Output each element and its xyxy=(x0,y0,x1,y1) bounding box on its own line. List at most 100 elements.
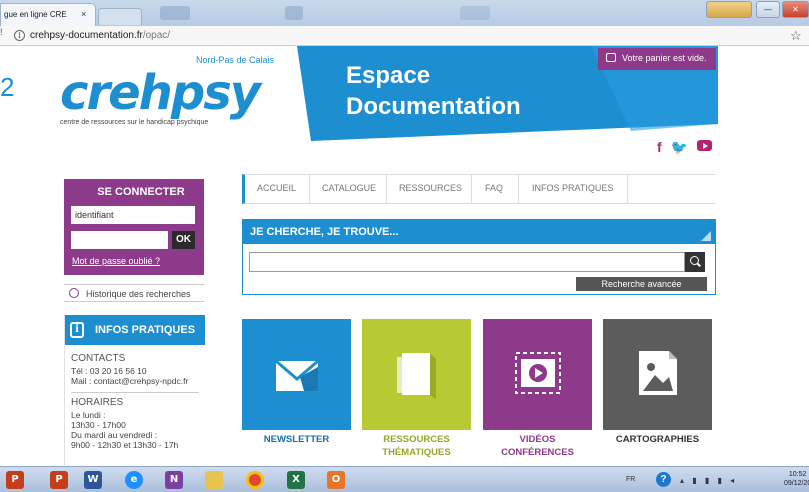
banner-line-1: Espace xyxy=(346,62,431,89)
powerpoint-icon[interactable]: P xyxy=(50,471,68,489)
corner-fold-icon xyxy=(701,231,711,241)
word-icon[interactable]: W xyxy=(84,471,102,489)
nav-faq[interactable]: FAQ xyxy=(485,183,503,193)
social-links: f 🐦 xyxy=(657,139,713,156)
banner-title: Espace Documentation xyxy=(346,60,521,122)
nav-catalogue[interactable]: CATALOGUE xyxy=(322,183,376,193)
user-profile-button[interactable] xyxy=(706,1,752,18)
basket-icon xyxy=(606,53,616,62)
nav-ressources[interactable]: RESSOURCES xyxy=(399,183,462,193)
folder-icon[interactable] xyxy=(205,471,223,489)
close-tab-icon[interactable]: × xyxy=(81,9,86,19)
hours-heading: HORAIRES xyxy=(71,397,124,408)
tile-label: NEWSLETTER xyxy=(242,433,351,446)
contacts-heading: CONTACTS xyxy=(71,353,126,364)
username-input[interactable] xyxy=(71,206,195,224)
envelope-icon xyxy=(275,359,319,391)
bookmark-star-icon[interactable]: ☆ xyxy=(790,28,802,44)
internet-explorer-icon[interactable]: e xyxy=(125,471,143,489)
phone-text: Tél : 03 20 16 56 10 xyxy=(71,366,147,376)
nav-divider xyxy=(627,175,628,204)
browser-tab[interactable]: gue en ligne CRE × xyxy=(0,3,96,26)
nav-divider xyxy=(518,175,519,204)
hours-line: Le lundi : xyxy=(71,410,106,420)
tile-ressources-thematiques[interactable]: RESSOURCES THÉMATIQUES xyxy=(362,319,471,466)
password-input[interactable] xyxy=(71,231,168,249)
chrome-icon[interactable] xyxy=(246,471,264,489)
youtube-icon[interactable] xyxy=(697,140,713,151)
logo-wordmark: crehpsy xyxy=(60,65,261,121)
powerpoint-icon[interactable]: P xyxy=(6,471,24,489)
forgot-password-link[interactable]: Mot de passe oublié ? xyxy=(72,256,160,266)
search-title: JE CHERCHE, JE TROUVE... xyxy=(250,226,399,238)
main-nav: ACCUEIL CATALOGUE RESSOURCES FAQ INFOS P… xyxy=(242,174,716,204)
clock[interactable]: 10:52 09/12/20 xyxy=(784,470,809,488)
login-ok-button[interactable]: OK xyxy=(172,231,195,249)
tile-label: VIDÉOS CONFÉRENCES xyxy=(483,433,592,459)
crehpsy-logo[interactable]: Nord-Pas de Calais crehpsy centre de res… xyxy=(60,55,274,130)
info-icon[interactable]: i xyxy=(14,30,25,41)
page-edge-mark: ! xyxy=(0,27,3,37)
tile-cartographies[interactable]: CARTOGRAPHIES xyxy=(603,319,712,466)
onenote-icon[interactable]: N xyxy=(165,471,183,489)
history-icon xyxy=(69,288,79,298)
facebook-icon[interactable]: f xyxy=(657,139,662,155)
new-tab-button[interactable] xyxy=(98,8,142,25)
address-bar[interactable]: i crehpsy-documentation.fr/opac/ ☆ xyxy=(0,26,809,46)
tile-label: CARTOGRAPHIES xyxy=(603,433,712,446)
search-icon[interactable] xyxy=(685,252,705,272)
browser-tab-title: gue en ligne CRE xyxy=(4,10,67,19)
nav-divider xyxy=(386,175,387,204)
infos-body: CONTACTS Tél : 03 20 16 56 10 Mail : con… xyxy=(71,354,199,450)
search-history-link[interactable]: Historique des recherches xyxy=(64,284,204,302)
url-text[interactable]: crehpsy-documentation.fr/opac/ xyxy=(30,30,170,41)
nav-divider xyxy=(309,175,310,204)
search-input[interactable] xyxy=(249,252,685,272)
stray-character: 2 xyxy=(0,72,15,102)
search-panel: JE CHERCHE, JE TROUVE... Recherche avanc… xyxy=(242,219,716,295)
blurred-region xyxy=(460,6,490,20)
outlook-icon[interactable]: O xyxy=(327,471,345,489)
cart-text: Votre panier est vide. xyxy=(622,53,707,63)
infos-title: INFOS PRATIQUES xyxy=(95,324,196,336)
tile-label-line: NEWSLETTER xyxy=(263,434,330,445)
language-indicator[interactable]: FR xyxy=(626,476,635,483)
twitter-icon[interactable]: 🐦 xyxy=(671,139,688,156)
divider xyxy=(71,392,199,393)
video-icon xyxy=(515,352,561,394)
blurred-region xyxy=(160,6,190,20)
cart-status[interactable]: Votre panier est vide. xyxy=(598,48,716,70)
help-icon[interactable]: ? xyxy=(656,472,671,487)
hours-line: Du mardi au vendredi : xyxy=(71,430,157,440)
tile-label-line: VIDÉOS xyxy=(519,434,556,445)
history-label: Historique des recherches xyxy=(86,289,191,299)
book-icon xyxy=(397,353,436,399)
tile-label: RESSOURCES THÉMATIQUES xyxy=(362,433,471,459)
logo-tagline: centre de ressources sur le handicap psy… xyxy=(60,119,209,126)
login-title: SE CONNECTER xyxy=(97,186,185,198)
info-icon: i xyxy=(70,322,84,338)
tile-videos-panel xyxy=(483,319,592,430)
browser-tab-strip: gue en ligne CRE × — ✕ xyxy=(0,0,809,26)
nav-accueil[interactable]: ACCUEIL xyxy=(257,183,296,193)
clock-date: 09/12/20 xyxy=(784,480,809,487)
mail-text[interactable]: Mail : contact@crehpsy-npdc.fr xyxy=(71,376,199,386)
nav-infos-pratiques[interactable]: INFOS PRATIQUES xyxy=(532,183,613,193)
system-tray-icons[interactable]: ▴ ▮ ▮ ▮ ◂ xyxy=(680,476,737,485)
image-icon xyxy=(639,351,677,395)
infos-pratiques-panel: i INFOS PRATIQUES CONTACTS Tél : 03 20 1… xyxy=(64,315,205,465)
tile-label-line: RESSOURCES xyxy=(383,434,450,445)
excel-icon[interactable]: X xyxy=(287,471,305,489)
tile-newsletter[interactable]: NEWSLETTER xyxy=(242,319,351,466)
tile-ressources-panel xyxy=(362,319,471,430)
minimize-button[interactable]: — xyxy=(756,1,780,18)
tile-label-line: THÉMATIQUES xyxy=(382,447,451,458)
hours-line: 13h30 - 17h00 xyxy=(71,420,126,430)
tile-cartographies-panel xyxy=(603,319,712,430)
close-window-button[interactable]: ✕ xyxy=(782,1,809,18)
tile-newsletter-panel xyxy=(242,319,351,430)
login-panel: SE CONNECTER OK Mot de passe oublié ? xyxy=(64,179,204,275)
advanced-search-button[interactable]: Recherche avancée xyxy=(576,277,707,291)
tile-videos-conferences[interactable]: VIDÉOS CONFÉRENCES xyxy=(483,319,592,466)
logo-region: Nord-Pas de Calais xyxy=(196,55,275,65)
